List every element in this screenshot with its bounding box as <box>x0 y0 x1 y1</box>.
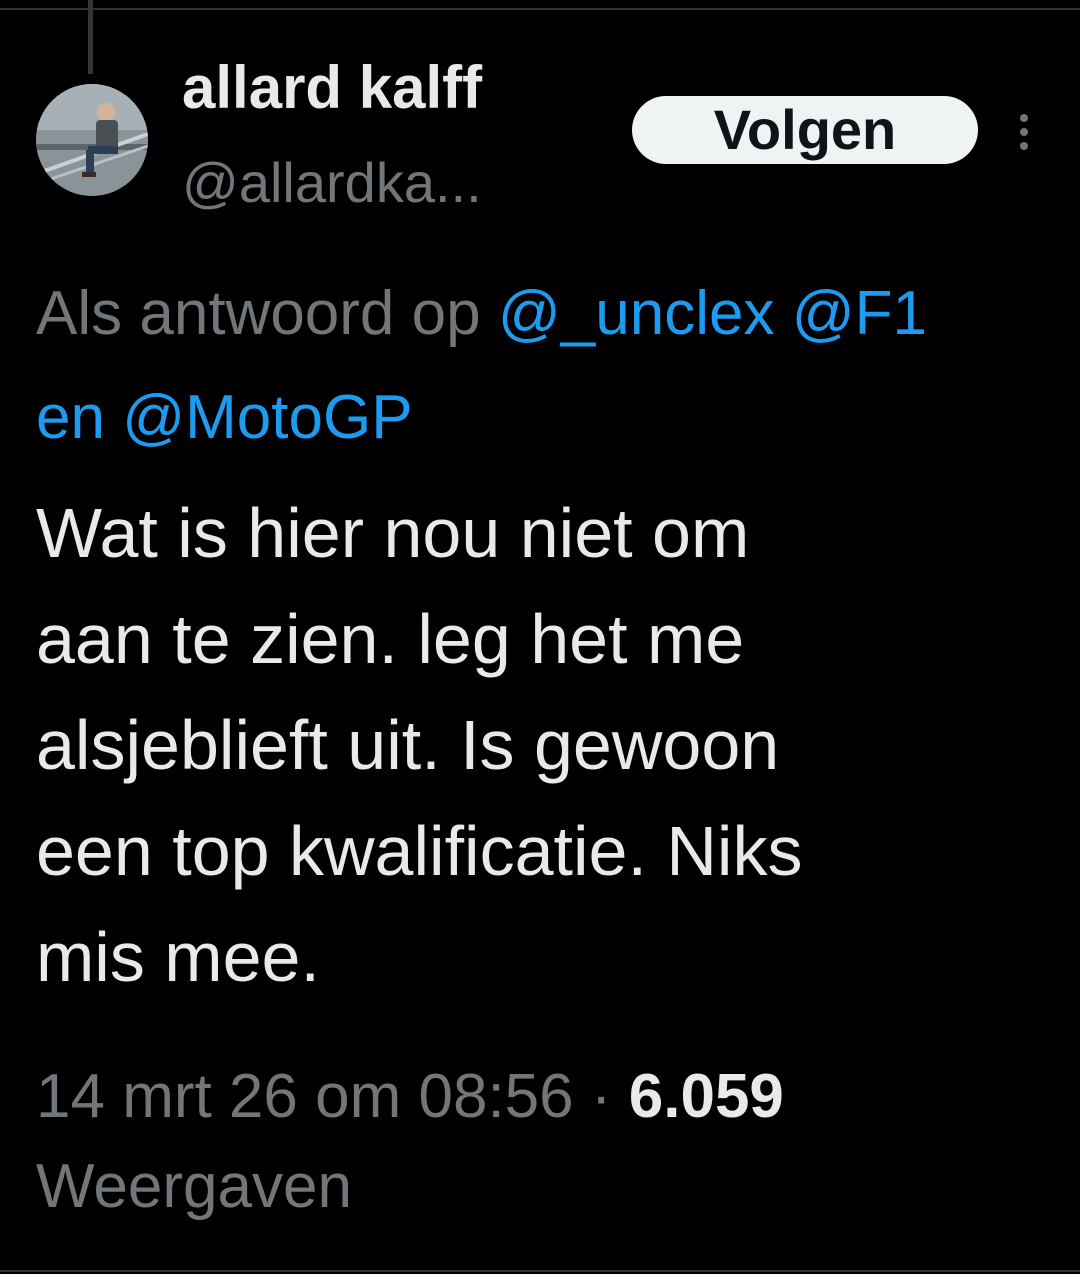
author-handle[interactable]: @allardka... <box>182 150 482 216</box>
follow-button[interactable]: Volgen <box>632 96 978 164</box>
top-divider <box>0 8 1080 10</box>
reply-connector: en <box>36 383 123 452</box>
tweet-line: alsjeblieft uit. Is gewoon <box>36 706 780 784</box>
tweet-meta: 14 mrt 26 om 08:56 · 6.059 Weergaven <box>36 1052 1056 1232</box>
author-display-name[interactable]: allard kalff <box>182 52 482 124</box>
tweet-line: een top kwalificatie. Niks <box>36 812 803 890</box>
meta-separator: · <box>573 1062 629 1131</box>
avatar[interactable] <box>36 84 148 196</box>
tweet-line: aan te zien. leg het me <box>36 600 745 678</box>
avatar-photo <box>36 84 148 196</box>
mention-link-f1[interactable]: @F1 <box>792 279 927 348</box>
views-count: 6.059 <box>628 1062 784 1131</box>
thread-connector-line <box>88 0 93 74</box>
views-label: Weergaven <box>36 1152 352 1221</box>
more-vertical-icon[interactable] <box>1010 112 1038 152</box>
tweet-text: Wat is hier nou niet om aan te zien. leg… <box>36 480 1046 1010</box>
mention-link-unclex[interactable]: @_unclex <box>498 279 775 348</box>
tweet-line: mis mee. <box>36 918 320 996</box>
timestamp[interactable]: 14 mrt 26 om 08:56 <box>36 1062 574 1131</box>
reply-prefix: Als antwoord op <box>36 279 498 348</box>
reply-context: Als antwoord op @_unclex @F1 en @MotoGP <box>36 262 1080 470</box>
bottom-divider <box>0 1270 1080 1272</box>
tweet-line: Wat is hier nou niet om <box>36 494 750 572</box>
mention-link-motogp[interactable]: @MotoGP <box>122 383 412 452</box>
